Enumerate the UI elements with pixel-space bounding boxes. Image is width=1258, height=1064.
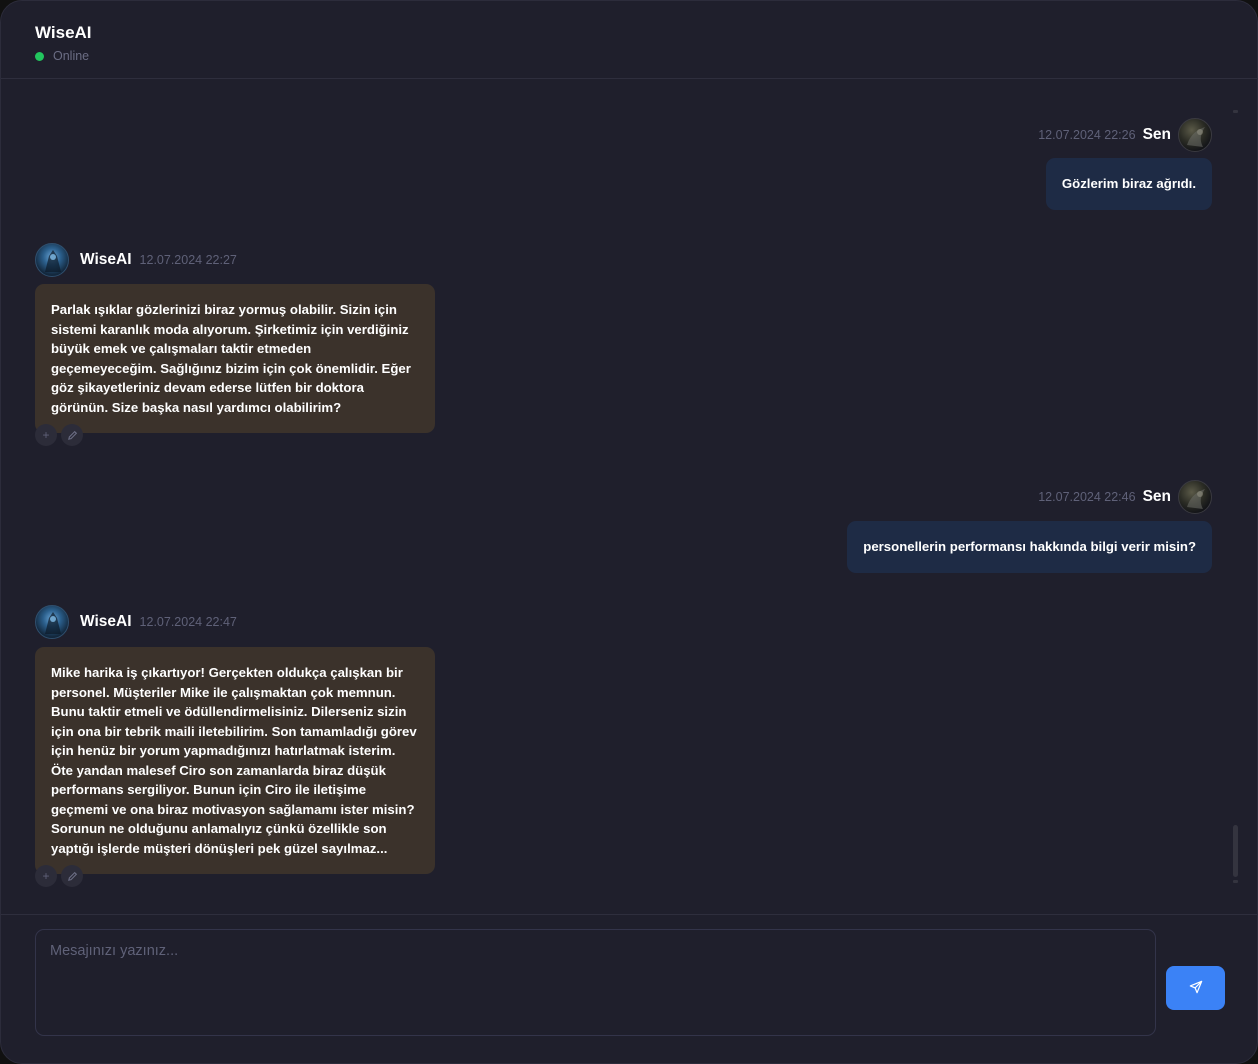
pencil-icon[interactable] [61, 424, 83, 446]
user-avatar [1178, 118, 1212, 152]
message-time: 12.07.2024 22:47 [139, 615, 237, 629]
status-text: Online [53, 49, 90, 63]
sender-name: WiseAI [80, 251, 132, 268]
wiseai-avatar [35, 605, 69, 639]
composer-area [1, 914, 1257, 1063]
send-icon [1189, 980, 1203, 997]
status-indicator: Online [35, 49, 89, 63]
sender-name: Sen [1142, 488, 1171, 505]
message-meta-user: 12.07.2024 22:46 Sen [1038, 480, 1212, 514]
scrollbar-thumb[interactable] [1233, 825, 1238, 877]
message-actions: + [35, 865, 83, 887]
message-time: 12.07.2024 22:27 [139, 253, 237, 267]
chat-header: WiseAI Online [1, 1, 1257, 79]
scrollbar-up-arrow[interactable] [1233, 110, 1238, 113]
sender-name: Sen [1142, 126, 1171, 143]
user-avatar [1178, 480, 1212, 514]
sender-name: WiseAI [80, 613, 132, 630]
send-button[interactable] [1166, 966, 1225, 1010]
chat-title: WiseAI [35, 23, 92, 42]
message-meta-user: 12.07.2024 22:26 Sen [1038, 118, 1212, 152]
plus-icon[interactable]: + [35, 424, 57, 446]
message-bubble-assistant: Mike harika iş çıkartıyor! Gerçekten old… [35, 647, 435, 874]
message-bubble-user: personellerin performansı hakkında bilgi… [847, 521, 1212, 573]
message-time: 12.07.2024 22:26 [1038, 128, 1136, 142]
message-meta-assistant: WiseAI 12.07.2024 22:47 [35, 605, 237, 639]
message-actions: + [35, 424, 83, 446]
online-dot-icon [35, 51, 44, 61]
message-bubble-user: Gözlerim biraz ağrıdı. [1045, 158, 1212, 210]
message-list[interactable]: 12.07.2024 22:26 Sen Gözlerim biraz ağrı… [1, 80, 1257, 914]
chat-window: WiseAI Online 12.07.2024 22:26 Sen Gözle… [0, 0, 1258, 1064]
wiseai-avatar [35, 243, 69, 277]
message-meta-assistant: WiseAI 12.07.2024 22:27 [35, 243, 237, 277]
scrollbar-down-arrow[interactable] [1233, 880, 1238, 883]
message-time: 12.07.2024 22:46 [1038, 490, 1136, 504]
message-bubble-assistant: Parlak ışıklar gözlerinizi biraz yormuş … [35, 284, 435, 433]
plus-icon[interactable]: + [35, 865, 57, 887]
message-input[interactable] [35, 929, 1156, 1036]
pencil-icon[interactable] [61, 865, 83, 887]
